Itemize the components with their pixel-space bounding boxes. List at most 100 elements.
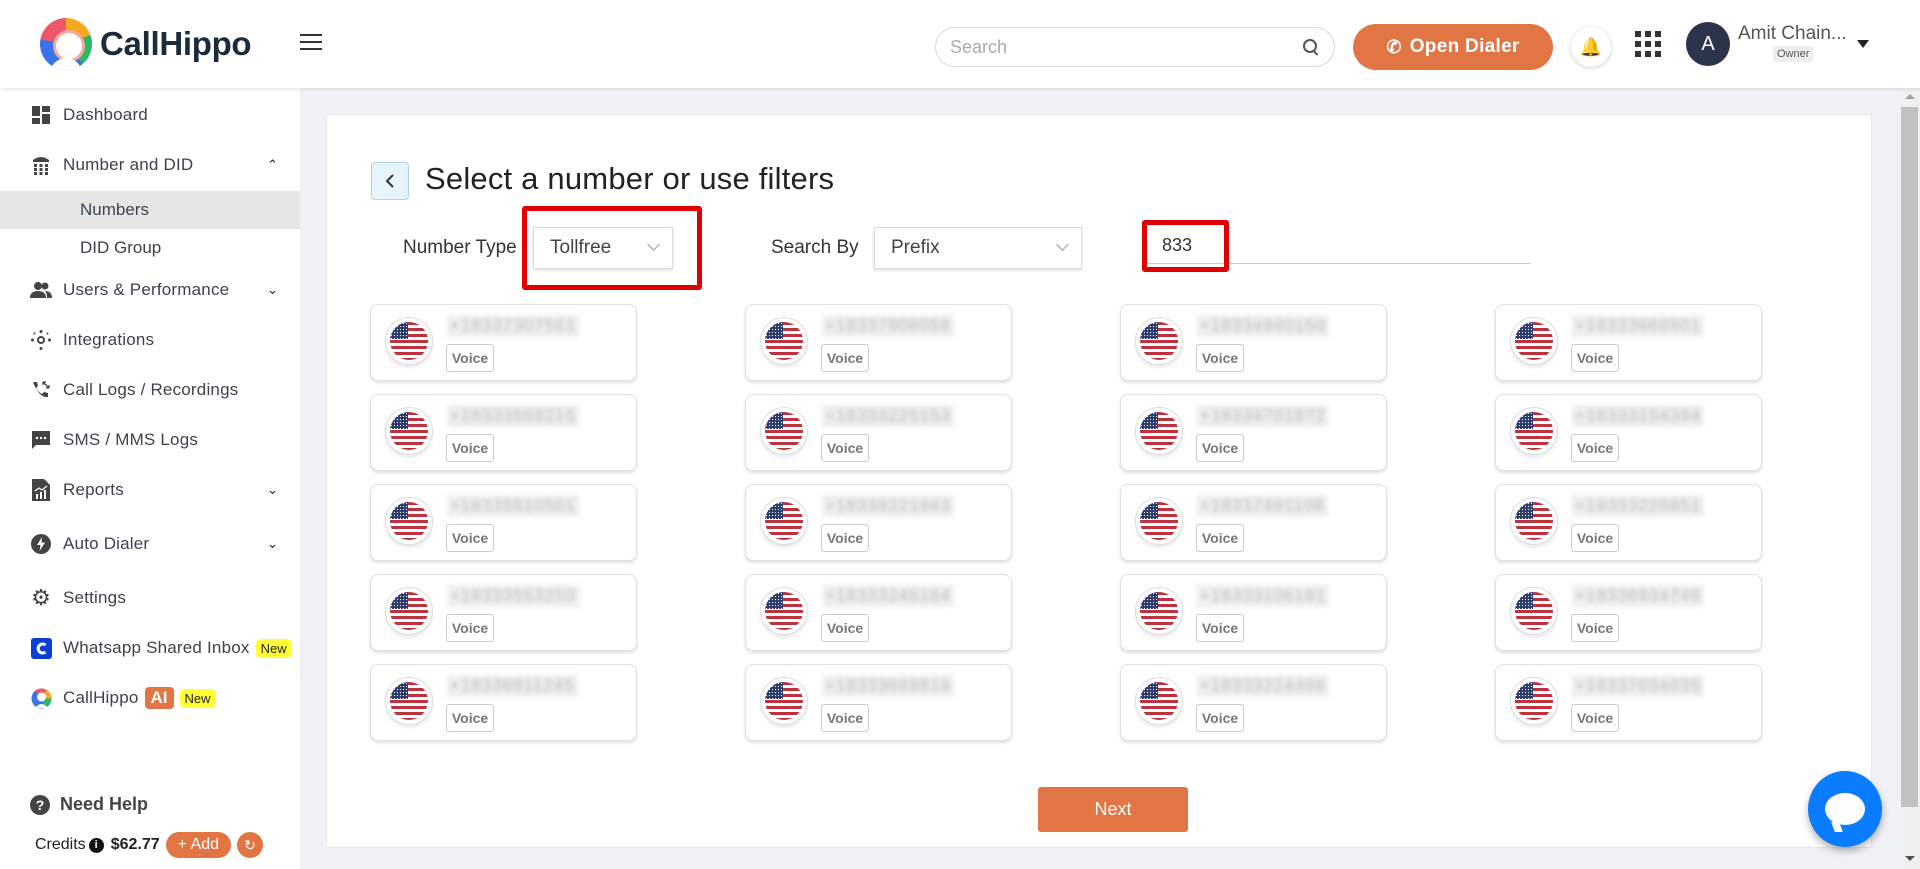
number-card[interactable]: +18337808058 Voice: [745, 304, 1012, 381]
number-card[interactable]: +18337491106 Voice: [1120, 484, 1387, 561]
voice-tag: Voice: [1196, 524, 1244, 552]
voice-tag: Voice: [1196, 614, 1244, 642]
sidebar-item-dashboard[interactable]: Dashboard: [0, 95, 300, 135]
number-card[interactable]: +18333553250 Voice: [370, 574, 637, 651]
voice-tag: Voice: [446, 524, 494, 552]
sidebar-item-number-and-did[interactable]: Number and DID ⌃: [0, 145, 300, 185]
number-card[interactable]: +18337307561 Voice: [370, 304, 637, 381]
us-flag-icon: [1510, 407, 1558, 455]
next-button[interactable]: Next: [1038, 787, 1188, 832]
number-card[interactable]: +18333225153 Voice: [745, 394, 1012, 471]
scroll-up-arrow-icon[interactable]: [1905, 94, 1915, 99]
open-dialer-label: Open Dialer: [1409, 36, 1520, 57]
number-type-label: Number Type: [403, 237, 517, 258]
chevron-down-icon[interactable]: ⌄: [267, 482, 278, 498]
chevron-down-icon[interactable]: ⌄: [267, 282, 278, 298]
prefix-input[interactable]: [1145, 228, 1531, 264]
scroll-down-arrow-icon[interactable]: [1905, 856, 1915, 861]
sidebar-subitem-did-group[interactable]: DID Group: [0, 229, 300, 267]
chat-widget-button[interactable]: [1808, 771, 1882, 847]
sidebar-item-integrations[interactable]: Integrations: [0, 320, 300, 360]
search-by-select[interactable]: Prefix: [874, 227, 1082, 269]
number-card[interactable]: +18333226851 Voice: [1495, 484, 1762, 561]
us-flag-icon: [1510, 317, 1558, 365]
number-card[interactable]: +18333246164 Voice: [745, 574, 1012, 651]
apps-grid-icon[interactable]: [1635, 31, 1661, 57]
main-content-card: Select a number or use filters Number Ty…: [326, 114, 1872, 848]
voice-tag: Voice: [446, 344, 494, 372]
phone-number: +18337808058: [822, 315, 954, 337]
chevron-left-icon: [385, 174, 394, 188]
brand-name: CallHippo: [100, 25, 252, 62]
us-flag-icon: [1135, 587, 1183, 635]
sidebar-item-reports[interactable]: Reports ⌄: [0, 470, 300, 510]
number-card[interactable]: +18333669819 Voice: [745, 664, 1012, 741]
avatar[interactable]: A: [1686, 22, 1730, 66]
sidebar-item-users-performance[interactable]: Users & Performance ⌄: [0, 270, 300, 310]
number-card[interactable]: +18333106191 Voice: [1120, 574, 1387, 651]
info-icon[interactable]: i: [88, 837, 104, 853]
need-help-link[interactable]: ? Need Help: [30, 794, 148, 815]
search-input[interactable]: [950, 36, 1302, 58]
search-box: [935, 27, 1335, 67]
phone-number: +18333669215: [447, 405, 579, 427]
sidebar-item-whatsapp-inbox[interactable]: Whatsapp Shared Inbox New: [0, 628, 300, 668]
user-menu-caret-icon[interactable]: [1857, 40, 1869, 48]
number-card[interactable]: +18333669215 Voice: [370, 394, 637, 471]
number-type-select[interactable]: Tollfree: [533, 227, 673, 269]
voice-tag: Voice: [446, 434, 494, 462]
users-icon: [30, 279, 52, 301]
phone-number: +18335810501: [447, 495, 579, 517]
refresh-credits-icon[interactable]: ↻: [237, 832, 263, 858]
sidebar-item-label: Auto Dialer: [63, 534, 150, 553]
us-flag-icon: [1510, 677, 1558, 725]
sidebar-item-call-logs[interactable]: Call Logs / Recordings: [0, 370, 300, 410]
us-flag-icon: [385, 587, 433, 635]
number-card[interactable]: +18337034035 Voice: [1495, 664, 1762, 741]
chevron-down-icon[interactable]: ⌄: [267, 536, 278, 552]
scrollbar-thumb[interactable]: [1901, 107, 1918, 807]
ai-badge: AI: [144, 687, 174, 709]
sidebar-item-label: Call Logs / Recordings: [63, 380, 239, 399]
help-icon: ?: [30, 794, 50, 815]
phone-number: +18333106191: [1197, 585, 1329, 607]
voice-tag: Voice: [1571, 344, 1619, 372]
brand-logo[interactable]: CallHippo: [40, 18, 252, 70]
whatsapp-inbox-icon: [30, 637, 52, 659]
chevron-down-icon: [647, 238, 660, 251]
number-card[interactable]: +18333154394 Voice: [1495, 394, 1762, 471]
search-icon[interactable]: [1302, 38, 1320, 56]
number-card[interactable]: +18339701872 Voice: [1120, 394, 1387, 471]
voice-tag: Voice: [1571, 434, 1619, 462]
chevron-up-icon[interactable]: ⌃: [267, 157, 278, 173]
us-flag-icon: [1135, 677, 1183, 725]
voice-tag: Voice: [1571, 614, 1619, 642]
phone-number: +18334940150: [1197, 315, 1329, 337]
number-card[interactable]: +18335810501 Voice: [370, 484, 637, 561]
open-dialer-button[interactable]: ✆ Open Dialer: [1353, 24, 1553, 70]
credits-value: $62.77: [110, 836, 160, 853]
number-card[interactable]: +18339221943 Voice: [745, 484, 1012, 561]
sidebar-item-auto-dialer[interactable]: Auto Dialer ⌄: [0, 524, 300, 564]
number-card[interactable]: +18336811245 Voice: [370, 664, 637, 741]
sidebar-subitem-numbers[interactable]: Numbers: [0, 191, 300, 229]
credits-label: Credits: [35, 836, 86, 853]
sidebar-item-settings[interactable]: ⚙ Settings: [0, 578, 300, 618]
notification-bell-icon[interactable]: 🔔: [1571, 27, 1611, 67]
number-card[interactable]: +18336934746 Voice: [1495, 574, 1762, 651]
reports-icon: [30, 479, 52, 501]
integrations-icon: [30, 329, 52, 351]
top-header: CallHippo ✆ Open Dialer 🔔 A Amit Chain..…: [0, 0, 1920, 88]
menu-toggle-icon[interactable]: [300, 34, 322, 52]
number-card[interactable]: +18333224496 Voice: [1120, 664, 1387, 741]
sidebar-item-label: SMS / MMS Logs: [63, 430, 199, 449]
sidebar-item-callhippo-ai[interactable]: CallHippo AI New: [0, 678, 300, 718]
back-button[interactable]: [371, 162, 409, 200]
number-card[interactable]: +18333669501 Voice: [1495, 304, 1762, 381]
add-credits-button[interactable]: + Add: [165, 832, 231, 858]
number-card[interactable]: +18334940150 Voice: [1120, 304, 1387, 381]
user-name[interactable]: Amit Chain...: [1738, 23, 1847, 45]
phone-number: +18333224496: [1197, 675, 1329, 697]
phone-number: +18333669501: [1572, 315, 1704, 337]
sidebar-item-sms-logs[interactable]: SMS / MMS Logs: [0, 420, 300, 460]
